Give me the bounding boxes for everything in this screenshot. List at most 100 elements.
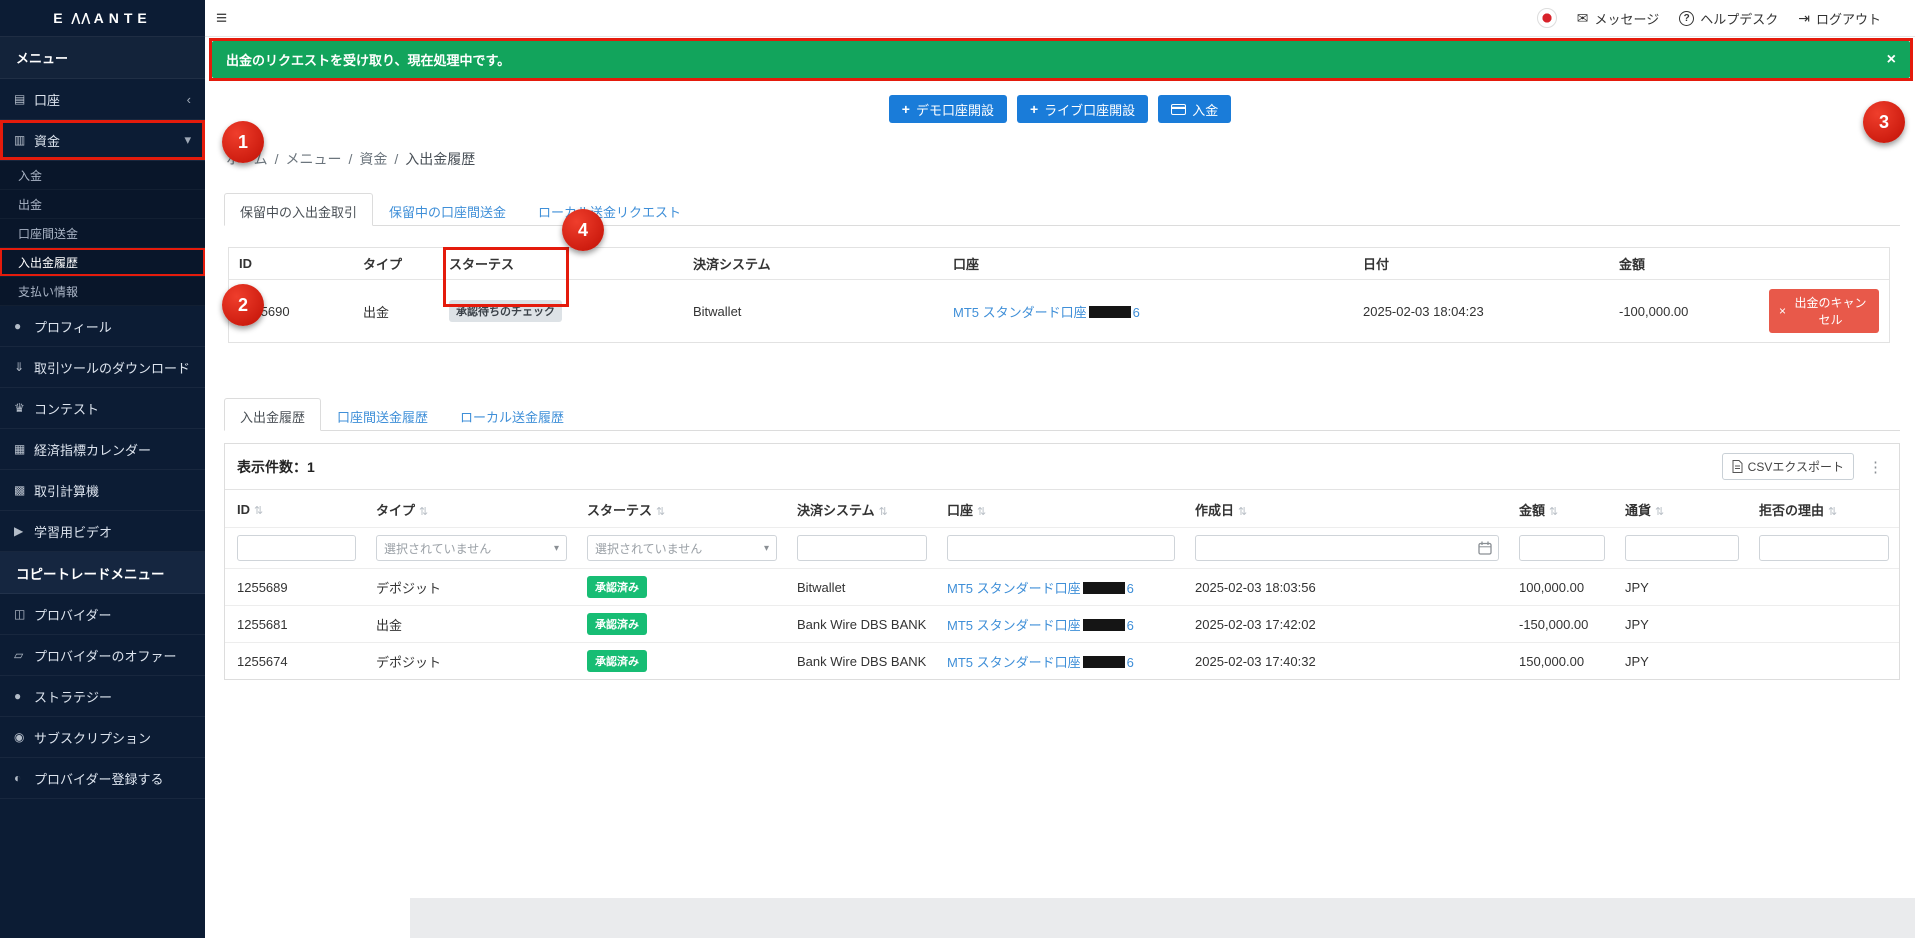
breadcrumb-home[interactable]: ホーム: [226, 149, 268, 169]
open-demo-account-button[interactable]: + デモ口座開設: [889, 95, 1007, 123]
csv-export-button[interactable]: CSVエクスポート: [1722, 453, 1854, 480]
cell-id: 1255690: [229, 280, 353, 343]
tab-transaction-history[interactable]: 入出金履歴: [224, 398, 321, 431]
sidebar-item-learning-videos[interactable]: ▶ 学習用ビデオ: [0, 511, 205, 552]
topbar-right: ✉ メッセージ ? ヘルプデスク ⇥ ログアウト: [1537, 8, 1881, 28]
brand-logo[interactable]: E ANTE: [0, 0, 205, 37]
sidebar-item-contest[interactable]: ♛ コンテスト: [0, 388, 205, 429]
funds-icon: ▥: [14, 133, 34, 147]
calculator-icon: ▩: [14, 483, 34, 497]
table-tools: CSVエクスポート ⋮: [1722, 453, 1887, 480]
chevron-down-icon: ▾: [764, 543, 769, 554]
question-icon: ?: [1679, 11, 1694, 26]
app-root: E ANTE メニュー ▤ 口座 ‹ ▥ 資金 ▾ 1 入金 出金 口座間送金 …: [0, 0, 1915, 938]
success-banner: 出金のリクエストを受け取り、現在処理中です。 ×: [212, 41, 1910, 78]
col-date: 日付: [1353, 248, 1609, 280]
account-link[interactable]: MT5 スタンダード口座6: [947, 581, 1134, 596]
sidebar-item-economic-calendar[interactable]: ▦ 経済指標カレンダー: [0, 429, 205, 470]
history-card-header: 表示件数：1 CSVエクスポート ⋮: [225, 444, 1899, 490]
sort-icon: ⇅: [879, 506, 888, 518]
breadcrumb-separator: /: [348, 151, 352, 167]
filter-account-input[interactable]: [947, 535, 1175, 561]
col-id[interactable]: ID⇅: [225, 490, 366, 528]
sort-icon: ⇅: [1655, 506, 1664, 518]
account-actions: + デモ口座開設 + ライブ口座開設 入金: [205, 95, 1915, 123]
col-account[interactable]: 口座⇅: [937, 490, 1185, 528]
sidebar-item-download-tools[interactable]: ⇓ 取引ツールのダウンロード: [0, 347, 205, 388]
cancel-withdrawal-button[interactable]: × 出金のキャンセル: [1769, 289, 1879, 333]
sidebar-item-deposit[interactable]: 入金: [0, 161, 205, 190]
close-icon[interactable]: ×: [1887, 51, 1896, 69]
table-options-button[interactable]: ⋮: [1864, 458, 1887, 476]
card-icon: [1171, 104, 1186, 115]
sidebar-item-calculator[interactable]: ▩ 取引計算機: [0, 470, 205, 511]
tab-transfer-history[interactable]: 口座間送金履歴: [321, 398, 444, 431]
tab-pending-transactions[interactable]: 保留中の入出金取引: [224, 193, 373, 226]
breadcrumb: ホーム / メニュー / 資金 / 入出金履歴: [226, 149, 1900, 169]
pending-panel: 保留中の入出金取引 保留中の口座間送金 ローカル送金リクエスト ID: [224, 193, 1900, 343]
tab-local-transfer-history[interactable]: ローカル送金履歴: [444, 398, 580, 431]
sidebar-item-label: 資金: [34, 131, 60, 150]
filter-type-select[interactable]: 選択されていません▾: [376, 535, 567, 561]
filter-date-field: [1195, 535, 1499, 561]
col-amount[interactable]: 金額⇅: [1509, 490, 1615, 528]
download-icon: ⇓: [14, 360, 34, 374]
sidebar-item-accounts[interactable]: ▤ 口座 ‹: [0, 79, 205, 120]
main-content: ≡ ✉ メッセージ ? ヘルプデスク ⇥ ログアウト 出金のリクエストを受: [205, 0, 1915, 938]
filter-amount-input[interactable]: [1519, 535, 1605, 561]
sort-icon: ⇅: [977, 506, 986, 518]
col-currency[interactable]: 通貨⇅: [1615, 490, 1749, 528]
status-badge-pending: 承認待ちのチェック: [449, 300, 562, 322]
chevron-left-icon: ‹: [187, 92, 191, 107]
plus-icon: +: [1030, 101, 1038, 117]
filter-reason-input[interactable]: [1759, 535, 1889, 561]
account-link[interactable]: MT5 スタンダード口座6: [953, 305, 1140, 320]
open-live-account-button[interactable]: + ライブ口座開設: [1017, 95, 1148, 123]
col-status[interactable]: スターテス⇅: [577, 490, 787, 528]
col-type[interactable]: タイプ⇅: [366, 490, 577, 528]
deposit-button[interactable]: 入金: [1158, 95, 1231, 123]
col-created[interactable]: 作成日⇅: [1185, 490, 1509, 528]
sidebar-item-subscription[interactable]: ◉ サブスクリプション: [0, 717, 205, 758]
sidebar-item-strategy[interactable]: ● ストラテジー: [0, 676, 205, 717]
history-card: 表示件数：1 CSVエクスポート ⋮: [224, 443, 1900, 680]
account-link[interactable]: MT5 スタンダード口座6: [947, 655, 1134, 670]
sidebar-item-register-provider[interactable]: ◐ プロバイダー登録する: [0, 758, 205, 799]
sidebar-item-withdrawal[interactable]: 出金: [0, 190, 205, 219]
tab-local-transfer-request[interactable]: ローカル送金リクエスト: [522, 193, 697, 226]
table-row: 1255689 デポジット 承認済み Bitwallet MT5 スタンダード口…: [225, 569, 1899, 606]
tab-pending-transfers[interactable]: 保留中の口座間送金: [373, 193, 522, 226]
history-tabs: 入出金履歴 口座間送金履歴 ローカル送金履歴: [224, 398, 1900, 431]
account-link[interactable]: MT5 スタンダード口座6: [947, 618, 1134, 633]
helpdesk-link[interactable]: ? ヘルプデスク: [1679, 9, 1778, 28]
sidebar-item-provider-offers[interactable]: ▱ プロバイダーのオファー: [0, 635, 205, 676]
sidebar-item-provider[interactable]: ◫ プロバイダー: [0, 594, 205, 635]
status-badge-approved: 承認済み: [587, 650, 647, 672]
users-icon: ◉: [14, 730, 34, 744]
breadcrumb-funds[interactable]: 資金: [359, 149, 387, 169]
col-id: ID: [229, 248, 353, 280]
messages-link[interactable]: ✉ メッセージ: [1577, 9, 1659, 28]
filter-currency-input[interactable]: [1625, 535, 1739, 561]
logo-text-left: E: [53, 10, 67, 26]
filter-system-input[interactable]: [797, 535, 927, 561]
chart-icon: ◫: [14, 607, 34, 621]
language-flag-japan[interactable]: [1537, 8, 1557, 28]
hamburger-menu-icon[interactable]: ≡: [216, 9, 227, 28]
breadcrumb-menu[interactable]: メニュー: [285, 149, 341, 169]
calendar-icon: [1478, 541, 1492, 555]
logout-link[interactable]: ⇥ ログアウト: [1798, 9, 1881, 28]
filter-id-input[interactable]: [237, 535, 356, 561]
filter-status-select[interactable]: 選択されていません▾: [587, 535, 777, 561]
sidebar-item-funds[interactable]: ▥ 資金 ▾ 1: [0, 120, 205, 161]
sidebar-item-payment-info[interactable]: 支払い情報: [0, 277, 205, 306]
filter-date-input[interactable]: [1195, 535, 1499, 561]
col-system[interactable]: 決済システム⇅: [787, 490, 937, 528]
sidebar-item-profile[interactable]: ● プロフィール: [0, 306, 205, 347]
sort-icon: ⇅: [656, 506, 665, 518]
sidebar-item-internal-transfer[interactable]: 口座間送金: [0, 219, 205, 248]
cell-system: Bitwallet: [683, 280, 943, 343]
col-reason[interactable]: 拒否の理由⇅: [1749, 490, 1899, 528]
redacted-account-number: [1083, 582, 1125, 594]
sidebar-item-transaction-history[interactable]: 入出金履歴 2: [0, 248, 205, 277]
